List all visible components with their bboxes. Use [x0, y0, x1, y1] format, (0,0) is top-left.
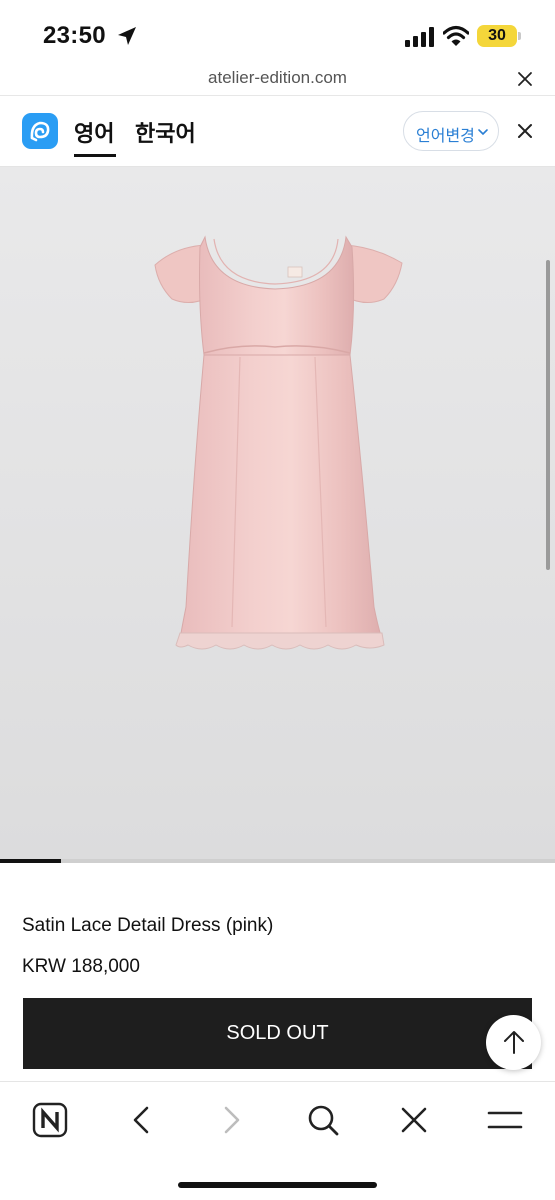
status-time: 23:50: [43, 22, 106, 49]
gallery-progress-track: [0, 859, 555, 863]
cellular-signal-icon: [405, 27, 434, 47]
url-bar: atelier-edition.com: [0, 62, 555, 96]
wifi-icon: [443, 25, 469, 46]
change-language-button[interactable]: 언어변경: [403, 111, 499, 151]
product-image[interactable]: [0, 167, 555, 862]
menu-button[interactable]: [485, 1100, 525, 1140]
close-tab-button[interactable]: [394, 1100, 434, 1140]
home-indicator: [178, 1182, 377, 1188]
battery-nub: [518, 32, 521, 40]
search-icon: [308, 1105, 339, 1136]
arrow-up-icon: [504, 1031, 524, 1054]
search-button[interactable]: [303, 1100, 343, 1140]
url-domain[interactable]: atelier-edition.com: [0, 68, 555, 88]
status-bar: 23:50 30: [0, 0, 555, 62]
battery-indicator: 30: [477, 25, 517, 47]
forward-button[interactable]: [212, 1100, 252, 1140]
back-button[interactable]: [121, 1100, 161, 1140]
naver-home-button[interactable]: [30, 1100, 70, 1140]
scroll-to-top-button[interactable]: [486, 1015, 541, 1070]
active-tab-underline: [74, 154, 116, 157]
close-icon[interactable]: [516, 70, 534, 88]
forward-icon: [224, 1106, 240, 1134]
location-arrow-icon: [118, 27, 136, 45]
back-icon: [133, 1106, 149, 1134]
chevron-down-icon: [478, 129, 488, 136]
translate-bar: 영어 한국어 언어변경: [0, 96, 555, 167]
dress-image: [154, 235, 403, 650]
image-scrollbar[interactable]: [546, 260, 550, 570]
tab-english[interactable]: 영어: [74, 116, 114, 148]
browser-toolbar: [0, 1081, 555, 1200]
product-price: KRW 188,000: [22, 956, 140, 977]
product-name: Satin Lace Detail Dress (pink): [22, 915, 274, 936]
tab-korean[interactable]: 한국어: [135, 116, 196, 148]
change-language-label: 언어변경: [416, 128, 475, 145]
close-icon[interactable]: [516, 122, 534, 140]
naver-home-icon: [32, 1102, 68, 1138]
sold-out-button[interactable]: SOLD OUT: [23, 998, 532, 1069]
translate-logo-icon: [22, 113, 58, 149]
menu-icon: [487, 1111, 523, 1129]
gallery-progress-fill: [0, 859, 62, 863]
close-icon: [401, 1107, 427, 1133]
